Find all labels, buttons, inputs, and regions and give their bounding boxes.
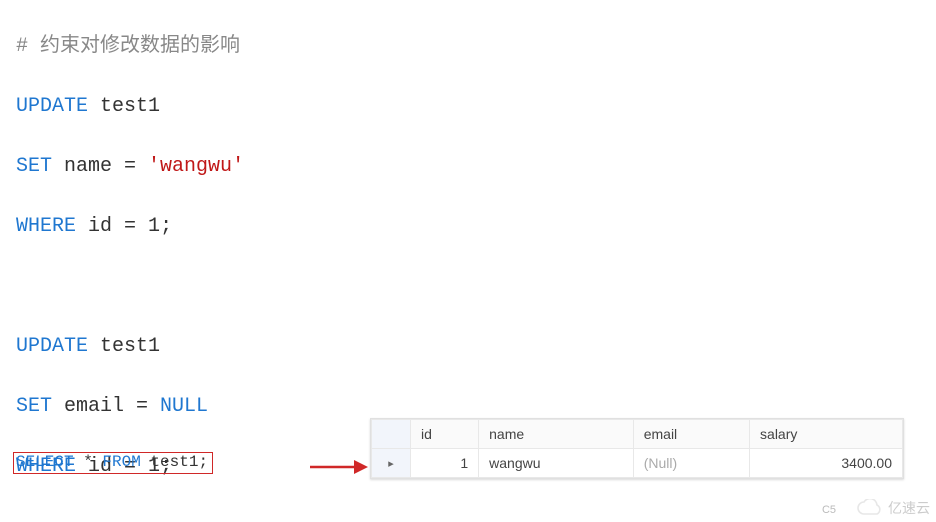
table-name: test1 bbox=[141, 453, 199, 471]
col-header-name[interactable]: name bbox=[479, 420, 634, 449]
col-header-salary[interactable]: salary bbox=[750, 420, 903, 449]
kw-update: UPDATE bbox=[16, 95, 88, 118]
kw-update: UPDATE bbox=[16, 335, 88, 358]
table-name: test1 bbox=[88, 335, 160, 358]
arrow-icon bbox=[308, 456, 368, 484]
row-marker-header bbox=[372, 420, 411, 449]
col-email: email bbox=[52, 395, 136, 418]
kw-select: SELECT bbox=[16, 453, 74, 471]
result-header-row: id name email salary bbox=[372, 420, 903, 449]
kw-set: SET bbox=[16, 395, 52, 418]
kw-from: FROM bbox=[102, 453, 140, 471]
cell-id[interactable]: 1 bbox=[411, 449, 479, 478]
kw-where: WHERE bbox=[16, 215, 76, 238]
kw-set: SET bbox=[16, 155, 52, 178]
watermark: 亿速云 bbox=[856, 498, 930, 518]
semicolon: ; bbox=[160, 215, 172, 238]
star: * bbox=[74, 453, 103, 471]
cloud-icon bbox=[856, 499, 884, 517]
code-comment: # 约束对修改数据的影响 bbox=[16, 35, 240, 58]
highlighted-select-stmt: SELECT * FROM test1; bbox=[13, 452, 213, 474]
op-eq: = bbox=[124, 155, 136, 178]
col-header-email[interactable]: email bbox=[633, 420, 749, 449]
num-literal: 1 bbox=[136, 215, 160, 238]
watermark-text: 亿速云 bbox=[888, 498, 930, 518]
op-eq: = bbox=[136, 395, 148, 418]
corner-label: C5 bbox=[822, 504, 836, 516]
row-marker-icon: ▸ bbox=[372, 449, 411, 478]
col-name: name bbox=[52, 155, 124, 178]
str-literal: 'wangwu' bbox=[136, 155, 244, 178]
cell-salary[interactable]: 3400.00 bbox=[750, 449, 903, 478]
col-id: id bbox=[76, 215, 124, 238]
col-header-id[interactable]: id bbox=[411, 420, 479, 449]
cell-name[interactable]: wangwu bbox=[479, 449, 634, 478]
semicolon: ; bbox=[198, 453, 208, 471]
kw-null: NULL bbox=[148, 395, 208, 418]
cell-email-null[interactable]: (Null) bbox=[633, 449, 749, 478]
table-name: test1 bbox=[88, 95, 160, 118]
result-data-row[interactable]: ▸ 1 wangwu (Null) 3400.00 bbox=[372, 449, 903, 478]
op-eq: = bbox=[124, 215, 136, 238]
query-result-grid: id name email salary ▸ 1 wangwu (Null) 3… bbox=[370, 418, 904, 479]
